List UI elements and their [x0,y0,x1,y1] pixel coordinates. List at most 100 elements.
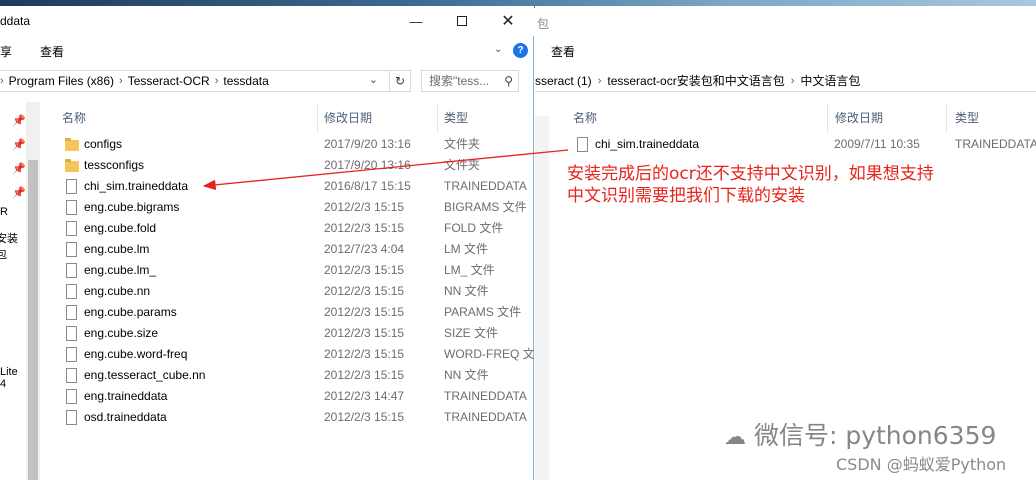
tab-share[interactable]: 享 [0,43,12,60]
pin-icon[interactable]: 📌 [12,162,26,175]
file-row[interactable]: osd.traineddata 2012/2/3 15:15 TRAINEDDATA [60,407,534,428]
file-icon [66,305,77,320]
pin-icon[interactable]: 📌 [12,138,26,151]
column-divider[interactable] [827,104,828,132]
file-row[interactable]: eng.cube.params 2012/2/3 15:15 PARAMS 文件 [60,302,534,323]
file-row[interactable]: configs 2017/9/20 13:16 文件夹 [60,134,534,155]
file-name: osd.traineddata [84,410,167,424]
file-name: eng.traineddata [84,389,168,403]
breadcrumb-segment[interactable]: tessdata [223,74,268,88]
file-row[interactable]: eng.traineddata 2012/2/3 14:47 TRAINEDDATA [60,386,534,407]
file-row[interactable]: eng.tesseract_cube.nn 2012/2/3 15:15 NN 文件 [60,365,534,386]
column-header-type[interactable]: 类型 [444,106,468,130]
column-header-type[interactable]: 类型 [955,106,979,130]
file-date: 2017/9/20 13:16 [324,137,411,151]
refresh-button[interactable]: ↻ [389,70,411,92]
refresh-icon: ↻ [394,74,406,88]
breadcrumb-segment[interactable]: Program Files (x86) [9,74,114,88]
wechat-icon: ☁ [724,425,746,450]
dropdown-arrow-icon[interactable]: ⌄ [369,73,378,86]
nav-scrollbar[interactable] [535,116,549,480]
wechat-watermark: ☁ 微信号: python6359 [724,416,996,452]
breadcrumb-segment[interactable]: 中文语言包 [800,72,860,89]
column-divider[interactable] [437,104,438,132]
ribbon-tabs: 享 查看 ⌄ ? [0,36,534,64]
address-bar[interactable]: sseract (1) › tesseract-ocr安装包和中文语言包 › 中… [535,70,1036,92]
tab-view[interactable]: 查看 [551,43,575,60]
file-date: 2012/2/3 15:15 [324,200,405,214]
nav-item[interactable]: R [0,206,8,218]
search-input[interactable]: 搜索"tess... ⚲ [421,70,519,92]
file-name: eng.cube.lm [84,242,150,256]
address-bar[interactable]: › Program Files (x86) › Tesseract-OCR › … [0,70,390,92]
file-type: BIGRAMS 文件 [444,200,527,214]
file-row[interactable]: eng.cube.nn 2012/2/3 15:15 NN 文件 [60,281,534,302]
file-name: eng.cube.word-freq [84,347,188,361]
file-date: 2012/2/3 15:15 [324,263,405,277]
file-type: NN 文件 [444,368,489,382]
file-icon [66,389,77,404]
file-row[interactable]: tessconfigs 2017/9/20 13:16 文件夹 [60,155,534,176]
file-row[interactable]: eng.cube.word-freq 2012/2/3 15:15 WORD-FRE… [60,344,535,365]
tab-view[interactable]: 查看 [40,43,64,60]
file-name: eng.cube.size [84,326,159,340]
file-icon [66,410,77,425]
file-type: TRAINEDDATA [444,179,527,193]
file-icon [577,137,588,152]
file-name: chi_sim.traineddata [595,137,700,151]
file-row[interactable]: eng.cube.lm 2012/7/23 4:04 LM 文件 [60,239,534,260]
search-icon: ⚲ [504,74,513,88]
breadcrumb-segment[interactable]: tesseract-ocr安装包和中文语言包 [607,72,784,89]
column-header-date[interactable]: 修改日期 [835,106,883,130]
help-icon[interactable]: ? [513,43,528,58]
column-header-name[interactable]: 名称 [573,106,597,130]
file-date: 2012/2/3 15:15 [324,368,405,382]
maximize-button[interactable] [440,6,484,36]
file-row[interactable]: chi_sim.traineddata 2009/7/11 10:35 TRAI… [575,134,1036,155]
file-row[interactable]: eng.cube.size 2012/2/3 15:15 SIZE 文件 [60,323,534,344]
column-divider[interactable] [946,104,947,132]
file-date: 2012/2/3 15:15 [324,221,405,235]
file-type: LM 文件 [444,242,489,256]
close-button[interactable]: ✕ [486,6,530,36]
breadcrumb-segment[interactable]: sseract (1) [535,74,592,88]
pin-icon[interactable]: 📌 [12,114,26,127]
window-title-fragment: 包 [537,17,550,31]
scrollbar-thumb[interactable] [28,160,38,480]
file-row[interactable]: eng.cube.lm_ 2012/2/3 15:15 LM_ 文件 [60,260,534,281]
file-date: 2012/7/23 4:04 [324,242,405,256]
column-header-date[interactable]: 修改日期 [324,106,372,130]
file-type: 文件夹 [444,137,481,151]
file-row[interactable]: eng.cube.bigrams 2012/2/3 15:15 BIGRAMS 文件 [60,197,534,218]
file-type: LM_ 文件 [444,263,495,277]
file-row[interactable]: chi_sim.traineddata 2016/8/17 15:15 TRAINE… [60,176,534,197]
file-date: 2012/2/3 15:15 [324,410,405,424]
file-type: TRAINEDDATA [444,410,527,424]
nav-item[interactable]: Lite 4 [0,366,26,390]
nav-item[interactable]: 安装包 [0,230,26,262]
file-type: PARAMS 文件 [444,305,522,319]
file-date: 2012/2/3 15:15 [324,305,405,319]
annotation-note: 安装完成后的ocr还不支持中文识别，如果想支持中文识别需要把我们下载的安装 [567,164,934,206]
explorer-window-chinese-pack: 包 查看 sseract (1) › tesseract-ocr安装包和中文语言… [535,6,1036,480]
chevron-right-icon: › [597,74,602,87]
file-name: eng.tesseract_cube.nn [84,368,206,382]
file-icon [66,221,77,236]
file-name: chi_sim.traineddata [84,179,189,193]
file-date: 2017/9/20 13:16 [324,158,411,172]
nav-scrollbar[interactable] [26,102,40,480]
file-row[interactable]: eng.cube.fold 2012/2/3 15:15 FOLD 文件 [60,218,534,239]
file-name: eng.cube.nn [84,284,151,298]
file-date: 2012/2/3 15:15 [324,347,405,361]
file-date: 2012/2/3 15:15 [324,284,405,298]
file-type: SIZE 文件 [444,326,499,340]
pin-icon[interactable]: 📌 [12,186,26,199]
file-icon [66,200,77,215]
file-type: NN 文件 [444,284,489,298]
column-divider[interactable] [317,104,318,132]
chevron-down-icon[interactable]: ⌄ [494,44,502,55]
breadcrumb-segment[interactable]: Tesseract-OCR [128,74,210,88]
minimize-button[interactable]: — [394,6,438,36]
file-name: eng.cube.bigrams [84,200,180,214]
column-header-name[interactable]: 名称 [62,106,86,130]
